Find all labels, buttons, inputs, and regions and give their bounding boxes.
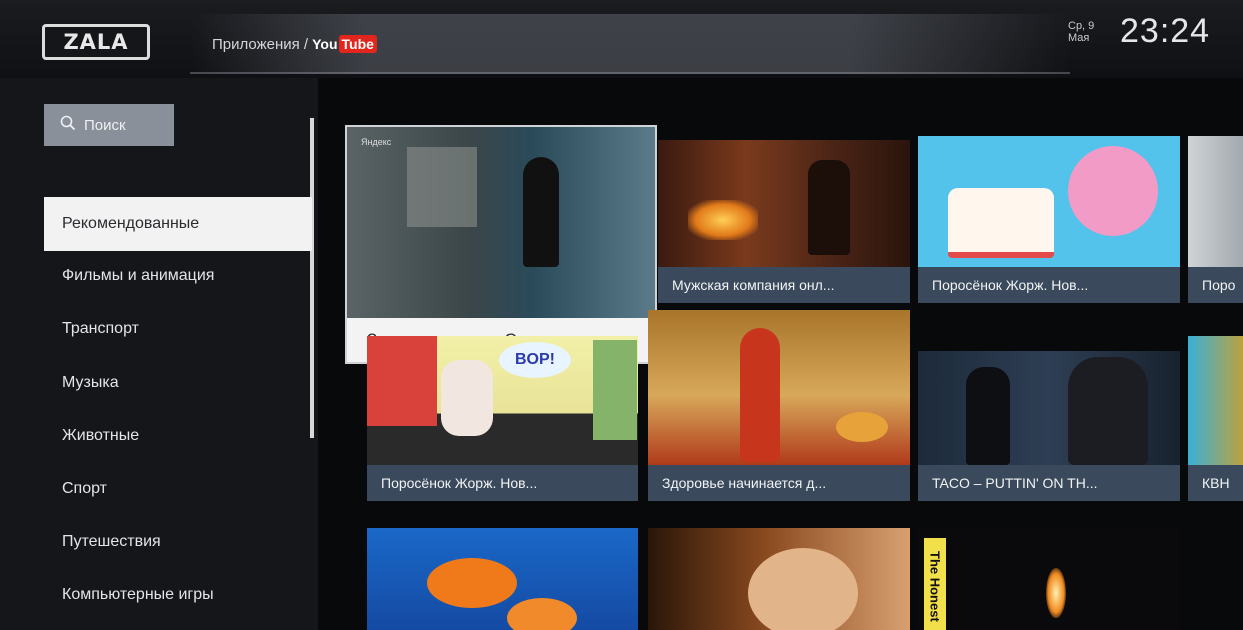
thumb-fire [688,200,758,240]
video-title: TACO – PUTTIN' ON TH... [918,465,1180,501]
video-thumbnail: BOP! [367,336,638,465]
thumb-clownfish-2 [507,598,577,630]
category-sports[interactable]: Спорт [44,462,312,516]
zala-logo: ZALA [42,24,150,60]
video-tile[interactable] [648,528,910,630]
video-tile[interactable]: Мужская компания онл... [658,140,910,303]
video-thumbnail [367,528,638,630]
thumb-cabinet [593,340,637,440]
video-tile[interactable]: Яндекс Звезда по имени Солнце [347,127,655,362]
video-title: Поросёнок Жорж. Нов... [918,267,1180,303]
date-display: Ср, 9 Мая [1068,20,1094,44]
category-animals[interactable]: Животные [44,409,312,463]
video-grid: Яндекс Звезда по имени Солнце Мужская ко… [318,78,1243,630]
the-honest-label: The Honest [924,538,946,630]
search-button[interactable]: Поиск [44,104,174,146]
thumb-shelf [367,336,437,426]
video-thumbnail [918,351,1180,465]
video-thumbnail [648,528,910,630]
youtube-logo-you: You [312,36,338,52]
video-tile[interactable]: TACO – PUTTIN' ON TH... [918,351,1180,501]
category-computer-games[interactable]: Компьютерные игры [44,568,312,622]
yandex-watermark: Яндекс [361,137,392,147]
top-bar [0,0,1243,78]
category-movies-animation[interactable]: Фильмы и анимация [44,249,312,303]
thumb-candle-flame [1046,568,1066,618]
video-title: Здоровье начинается д... [648,465,910,501]
thumb-singer [1068,357,1148,465]
search-icon [60,115,76,135]
video-title: Поросёнок Жорж. Нов... [367,465,638,501]
thumb-pig [441,360,493,436]
thumb-sax-player [966,367,1010,465]
video-thumbnail: Яндекс [347,127,655,318]
thumb-pig [1068,146,1158,236]
breadcrumb-apps[interactable]: Приложения / [212,36,308,53]
video-thumbnail [1188,336,1243,465]
video-title: Поро [1188,267,1243,303]
video-thumbnail [1188,136,1243,267]
thumb-poster [407,147,477,227]
date-month: Мая [1068,32,1090,44]
category-travel[interactable]: Путешествия [44,515,312,569]
category-music[interactable]: Музыка [44,356,312,410]
video-thumbnail [658,140,910,267]
video-title: Мужская компания онл... [658,267,910,303]
thumb-cake [948,188,1054,258]
category-recommended[interactable]: Рекомендованные [44,197,312,251]
video-thumbnail [648,310,910,465]
video-title: КВН [1188,465,1243,501]
speech-bubble: BOP! [499,342,571,378]
date-day: Ср, 9 [1068,20,1095,32]
video-tile[interactable]: Поросёнок Жорж. Нов... [918,136,1180,303]
category-transport[interactable]: Транспорт [44,302,312,356]
video-thumbnail [918,136,1180,267]
youtube-logo-tube: Tube [338,35,377,53]
clock: 23:24 [1120,12,1211,50]
video-tile[interactable]: The Honest [918,528,1180,630]
thumb-couple [748,548,858,630]
thumb-bread [836,412,888,442]
video-tile[interactable]: Здоровье начинается д... [648,310,910,501]
video-tile[interactable]: BOP! Поросёнок Жорж. Нов... [367,336,638,501]
video-tile[interactable]: КВН [1188,336,1243,501]
thumb-figure [523,157,559,267]
search-label: Поиск [84,116,126,134]
youtube-logo: You Tube [312,35,377,53]
thumb-woman [740,328,780,462]
video-tile[interactable] [367,528,638,630]
video-thumbnail: The Honest [918,528,1180,630]
breadcrumb: Приложения / You Tube [212,35,377,53]
thumb-clownfish [427,558,517,608]
thumb-figure [808,160,850,255]
video-tile[interactable]: Поро [1188,136,1243,303]
